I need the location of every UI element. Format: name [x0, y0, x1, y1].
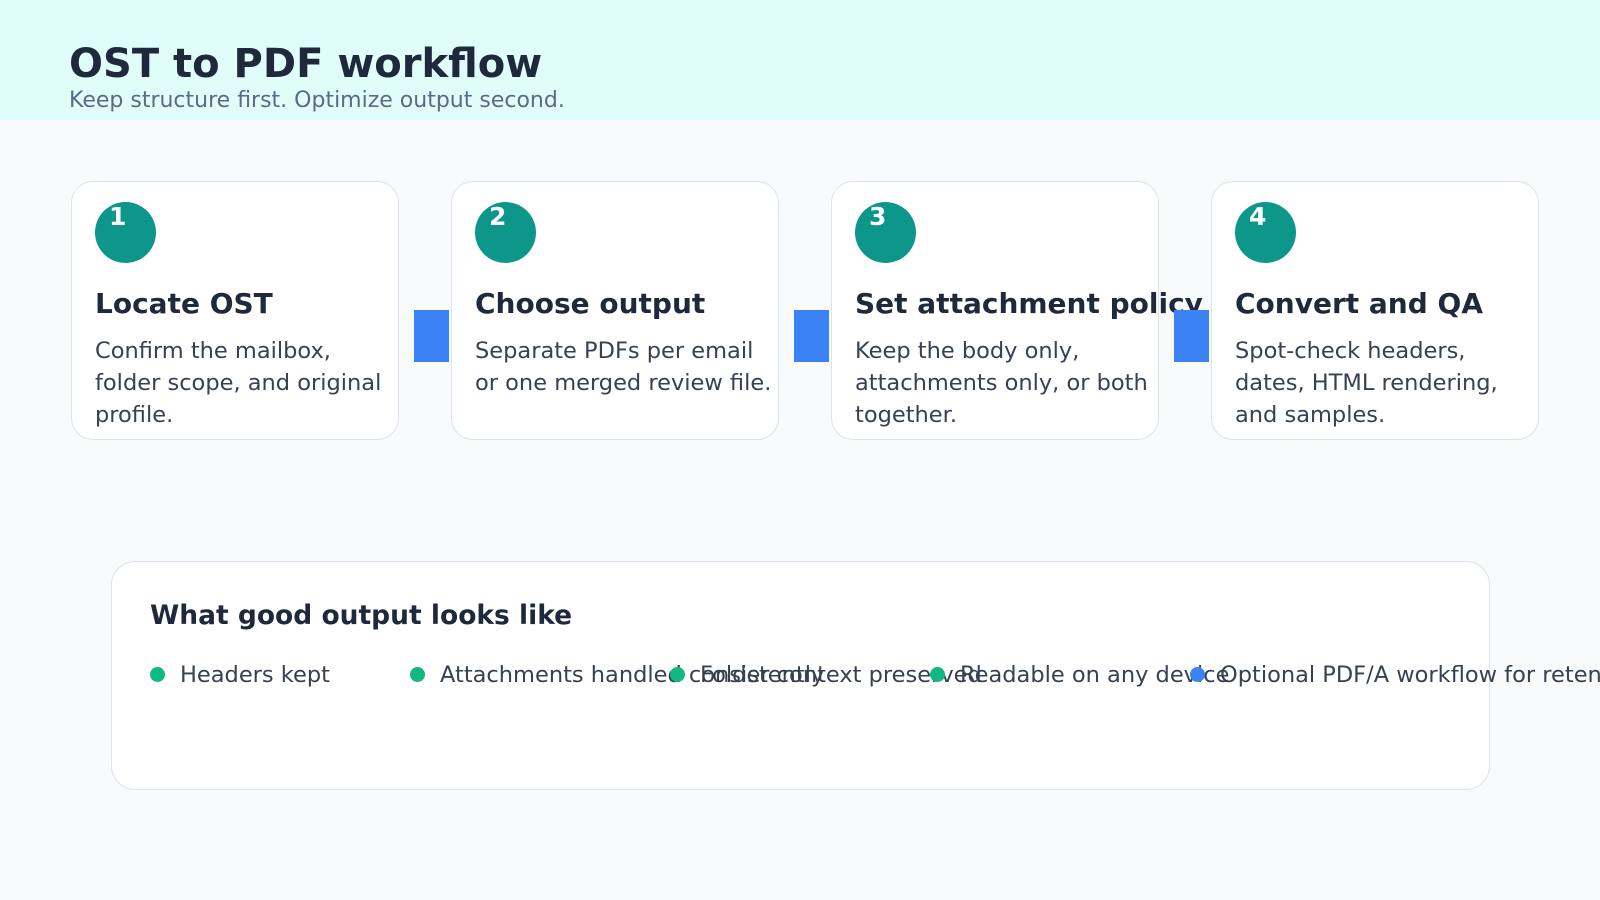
step-card-attachment-policy: 3 Set attachment policy Keep the body on… [831, 181, 1203, 440]
page-subtitle: Keep structure first. Optimize output se… [69, 88, 565, 113]
step-title: Set attachment policy [855, 287, 1203, 320]
check-dot-icon [930, 667, 945, 682]
step-number-badge: 3 [855, 202, 916, 263]
step-description: Keep the body only, attachments only, or… [855, 338, 1148, 428]
check-dot-icon [150, 667, 165, 682]
step-title: Locate OST [95, 287, 273, 320]
step-connector [1174, 310, 1209, 362]
step-number: 3 [869, 202, 887, 231]
step-connector [414, 310, 449, 362]
step-number: 2 [489, 202, 507, 231]
step-number: 4 [1249, 202, 1267, 231]
step-description: Spot-check headers, dates, HTML renderin… [1235, 338, 1498, 428]
step-number-badge: 1 [95, 202, 156, 263]
workflow-page: OST to PDF workflow Keep structure first… [0, 0, 1600, 900]
good-output-label: Optional PDF/A workflow for retention [1220, 662, 1600, 688]
optional-dot-icon [1190, 667, 1205, 682]
step-card-convert-qa: 4 Convert and QA Spot-check headers, dat… [1211, 181, 1539, 440]
step-title: Choose output [475, 287, 706, 320]
step-number-badge: 2 [475, 202, 536, 263]
check-dot-icon [670, 667, 685, 682]
step-description: Separate PDFs per email or one merged re… [475, 338, 772, 396]
step-title: Convert and QA [1235, 287, 1483, 320]
check-dot-icon [410, 667, 425, 682]
step-number: 1 [109, 202, 127, 231]
step-card-locate-ost: 1 Locate OST Confirm the mailbox, folder… [71, 181, 399, 440]
step-connector [794, 310, 829, 362]
good-output-label: Headers kept [180, 662, 330, 688]
step-description: Confirm the mailbox, folder scope, and o… [95, 338, 382, 428]
step-card-choose-output: 2 Choose output Separate PDFs per email … [451, 181, 779, 440]
good-output-title: What good output looks like [150, 600, 573, 631]
step-number-badge: 4 [1235, 202, 1296, 263]
page-title: OST to PDF workflow [69, 41, 543, 87]
